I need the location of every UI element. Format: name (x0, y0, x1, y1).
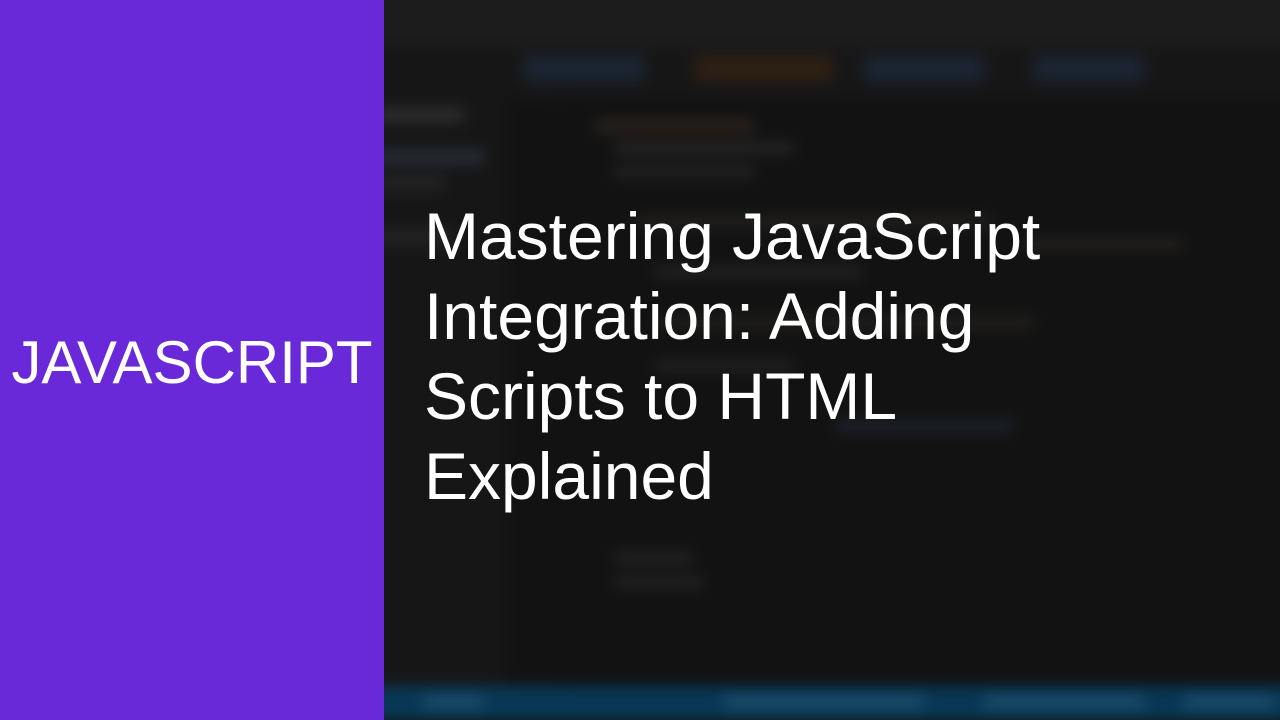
category-label: JAVASCRIPT (11, 328, 373, 396)
article-title: Mastering JavaScript Integration: Adding… (424, 199, 1041, 513)
thumbnail: JAVASCRIPT Mastering JavaScript Integrat… (0, 0, 1280, 720)
category-panel: JAVASCRIPT (0, 0, 384, 720)
